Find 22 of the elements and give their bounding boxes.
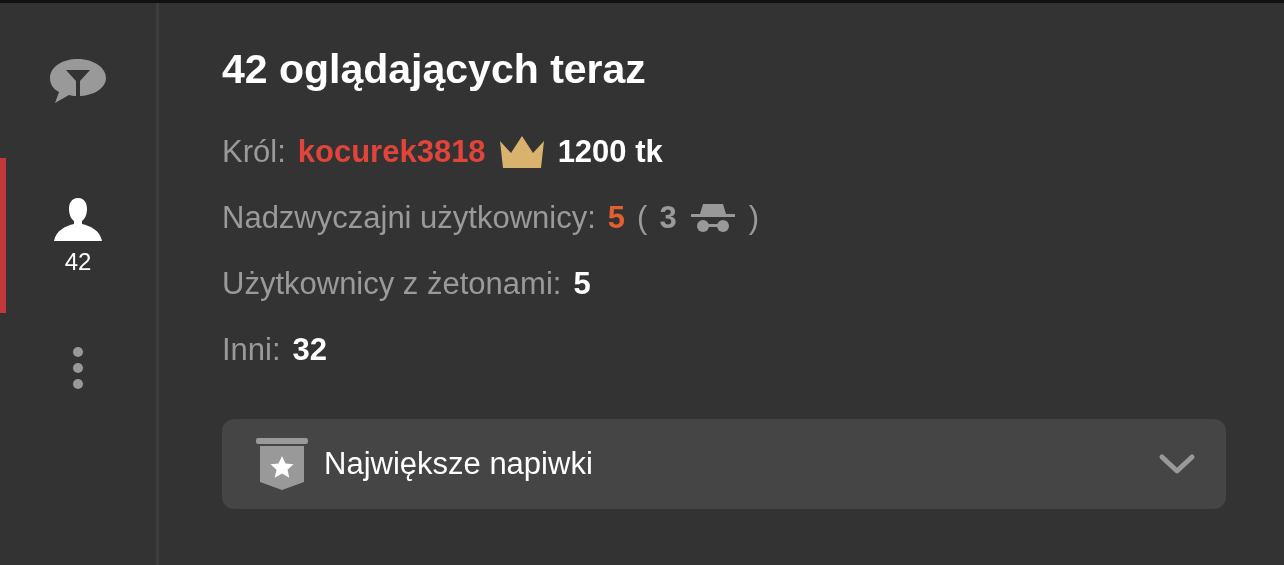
more-icon	[72, 346, 84, 390]
stat-label: Król:	[222, 134, 286, 170]
top-tips-dropdown[interactable]: Największe napiwki	[222, 419, 1226, 509]
star-badge-icon	[254, 436, 310, 492]
sidebar-tab[interactable]: 42	[0, 158, 156, 313]
stat-value: 5	[573, 266, 591, 302]
crown-icon	[497, 135, 546, 169]
viewer-count: 42	[64, 247, 92, 276]
paren: )	[748, 200, 759, 236]
stat-value: 32	[292, 332, 328, 368]
hidden-count: 3	[659, 200, 677, 236]
paren: (	[637, 200, 648, 236]
stat-label: Użytkownicy z żetonami:	[222, 266, 562, 302]
stat-label: Nadzwyczajni użytkownicy:	[222, 200, 596, 236]
chevron-icon	[1158, 452, 1196, 476]
token-amount: 1200 tk	[557, 134, 663, 170]
stat-label: Inni:	[222, 332, 281, 368]
stat-value: 5	[607, 200, 626, 236]
person-icon	[53, 195, 103, 242]
incognito-icon	[688, 202, 737, 234]
viewers-title: 42 oglądających teraz	[222, 45, 647, 94]
chat-filter-icon	[48, 56, 108, 105]
